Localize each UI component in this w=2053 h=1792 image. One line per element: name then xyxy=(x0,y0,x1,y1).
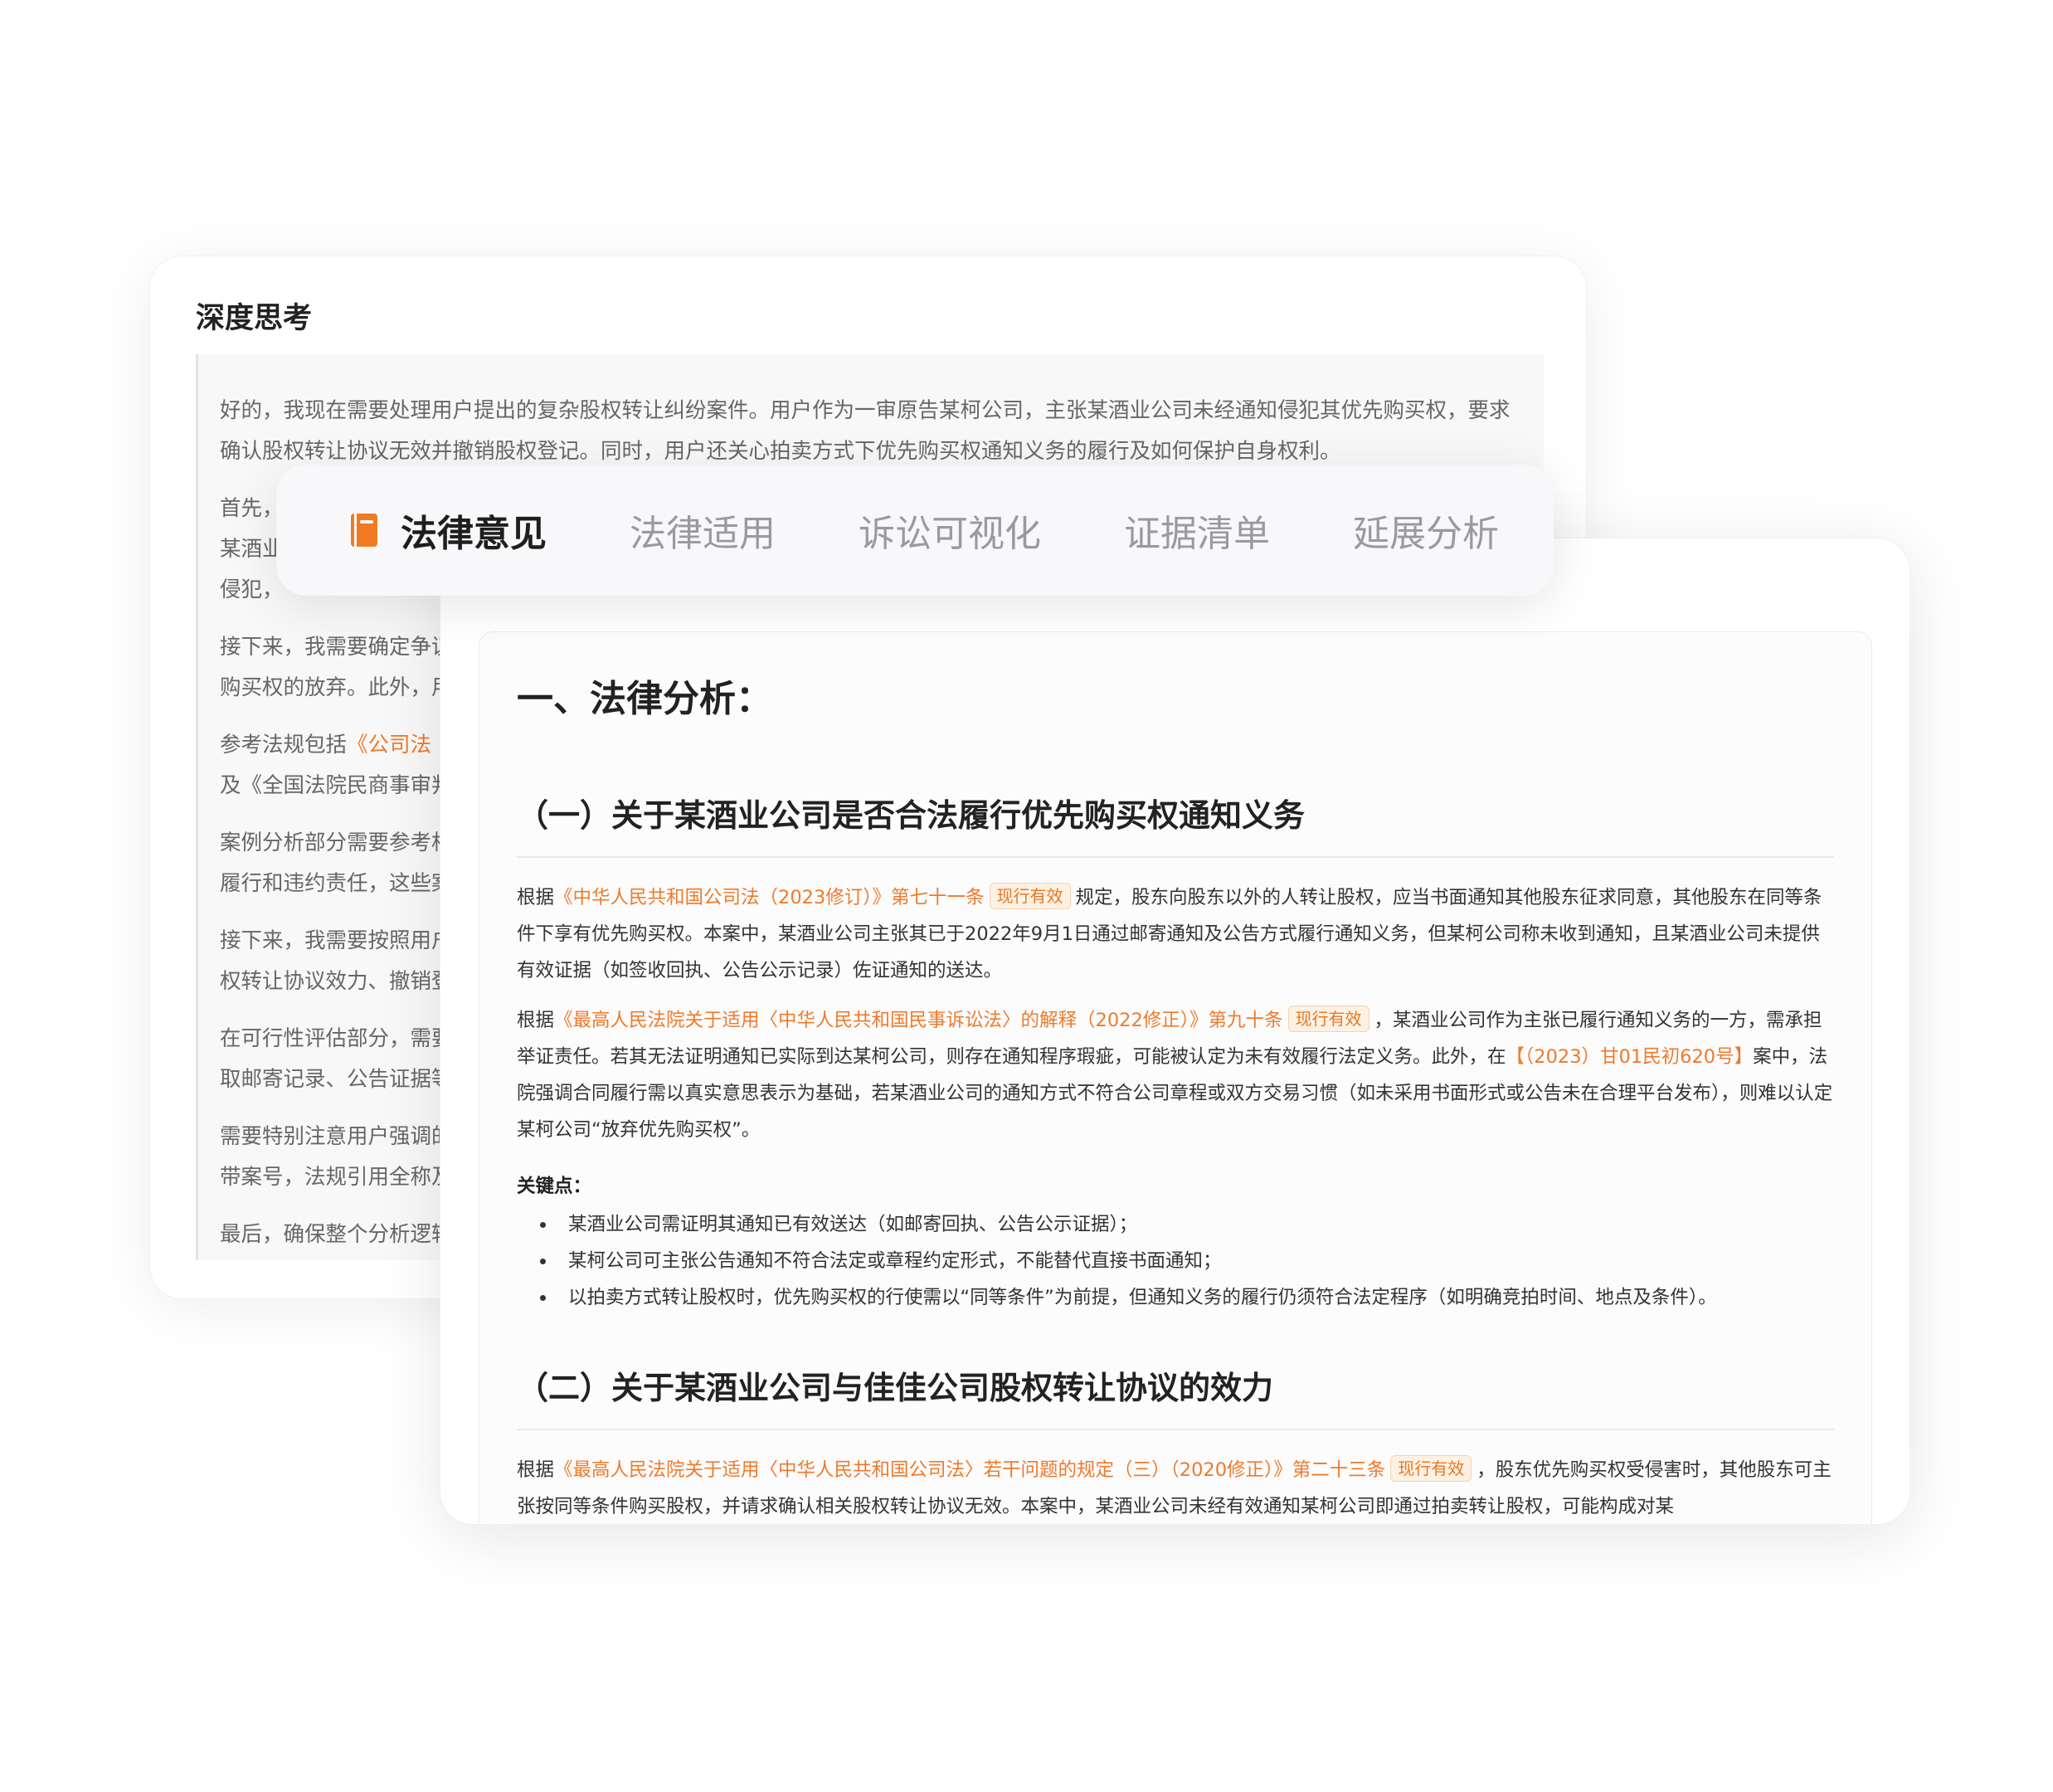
regulation-link[interactable]: 《最高人民法院关于适用〈中华人民共和国公司法〉若干问题的规定（三）（2020修正… xyxy=(554,1459,1385,1481)
thinking-text: 购买权的放弃。此外，用 xyxy=(220,675,453,700)
tab-label: 证据清单 xyxy=(1124,513,1270,555)
regulation-link[interactable]: 《最高人民法院关于适用〈中华人民共和国民事诉讼法〉的解释（2022修正）》第九十… xyxy=(554,1010,1283,1031)
thinking-text: 权转让协议效力、撤销登 xyxy=(220,969,453,994)
tab-label: 法律意见 xyxy=(401,513,547,555)
paragraph-text: 根据 xyxy=(517,1010,555,1031)
thinking-text: 及《全国法院民商事审判 xyxy=(220,773,453,798)
tab-legal-application[interactable]: 法律适用 xyxy=(630,504,776,557)
regulation-link[interactable]: 《公司法 xyxy=(347,733,431,757)
keypoints-title: 关键点： xyxy=(517,1176,592,1197)
deep-thinking-title: 深度思考 xyxy=(196,302,313,335)
status-badge: 现行有效 xyxy=(1287,1006,1369,1032)
thinking-text: 履行和违约责任，这些案 xyxy=(220,871,453,896)
paragraph-text: 根据 xyxy=(517,887,555,908)
list-item: 某酒业公司需证明其通知已有效送达（如邮寄回执、公告公示证据）； xyxy=(540,1206,1834,1243)
thinking-text: 取邮寄记录、公告证据等 xyxy=(220,1067,453,1092)
thinking-text: 参考法规包括 xyxy=(220,733,348,757)
thinking-text: 某酒业 xyxy=(220,537,284,562)
tab-legal-opinion[interactable]: 法律意见 xyxy=(351,504,547,557)
section-2-paragraph-1: 根据《最高人民法院关于适用〈中华人民共和国公司法〉若干问题的规定（三）（2020… xyxy=(517,1452,1834,1524)
list-item: 以拍卖方式转让股权时，优先购买权的行使需以“同等条件”为前提，但通知义务的履行仍… xyxy=(540,1279,1834,1316)
section-1-paragraph-2: 根据《最高人民法院关于适用〈中华人民共和国民事诉讼法〉的解释（2022修正）》第… xyxy=(517,1002,1834,1148)
book-icon xyxy=(351,514,377,547)
thinking-paragraph: 好的，我现在需要处理用户提出的复杂股权转让纠纷案件。用户作为一审原告某柯公司，主… xyxy=(220,391,1519,472)
thinking-text: 接下来，我需要按照用户 xyxy=(220,928,453,953)
paragraph-text: 根据 xyxy=(517,1459,555,1481)
tab-evidence-list[interactable]: 证据清单 xyxy=(1124,504,1270,557)
thinking-text: 需要特别注意用户强调的 xyxy=(220,1124,453,1149)
thinking-text: 首先， xyxy=(220,496,284,521)
thinking-text: 接下来，我需要确定争议 xyxy=(220,635,453,660)
tab-label: 延展分析 xyxy=(1353,513,1499,555)
thinking-text: 侵犯， xyxy=(220,577,284,602)
thinking-text: 带案号，法规引用全称及 xyxy=(220,1165,453,1190)
tab-label: 诉讼可视化 xyxy=(859,513,1041,555)
case-link[interactable]: 【（2023）甘01民初620号】 xyxy=(1506,1046,1754,1068)
tab-litigation-visualization[interactable]: 诉讼可视化 xyxy=(859,504,1041,557)
analysis-heading: 一、法律分析： xyxy=(517,678,772,720)
regulation-link[interactable]: 《中华人民共和国公司法（2023修订）》第七十一条 xyxy=(554,887,985,908)
legal-opinion-panel: 一、法律分析： （一）关于某酒业公司是否合法履行优先购买权通知义务 根据《中华人… xyxy=(440,538,1910,1525)
section-2-title: （二）关于某酒业公司与佳佳公司股权转让协议的效力 xyxy=(517,1362,1834,1430)
section-1-title: （一）关于某酒业公司是否合法履行优先购买权通知义务 xyxy=(517,790,1834,858)
legal-opinion-content: 一、法律分析： （一）关于某酒业公司是否合法履行优先购买权通知义务 根据《中华人… xyxy=(479,631,1872,1524)
thinking-text: 最后，确保整个分析逻辑 xyxy=(220,1222,453,1247)
thinking-text: 好的，我现在需要处理用户提出的复杂股权转让纠纷案件。用户作为一审原告某柯公司，主… xyxy=(220,398,1511,464)
tab-bar: 法律意见 法律适用 诉讼可视化 证据清单 延展分析 xyxy=(276,465,1554,596)
thinking-text: 在可行性评估部分，需要 xyxy=(220,1026,453,1051)
tab-extended-analysis[interactable]: 延展分析 xyxy=(1353,504,1499,557)
status-badge: 现行有效 xyxy=(989,883,1071,909)
keypoints-list: 某酒业公司需证明其通知已有效送达（如邮寄回执、公告公示证据）； 某柯公司可主张公… xyxy=(517,1206,1834,1316)
section-1-paragraph-1: 根据《中华人民共和国公司法（2023修订）》第七十一条 现行有效 规定，股东向股东以… xyxy=(517,879,1834,989)
thinking-text: 案例分析部分需要参考相 xyxy=(220,830,453,855)
list-item: 某柯公司可主张公告通知不符合法定或章程约定形式，不能替代直接书面通知； xyxy=(540,1243,1834,1279)
tab-label: 法律适用 xyxy=(630,513,776,555)
status-badge: 现行有效 xyxy=(1390,1455,1472,1482)
